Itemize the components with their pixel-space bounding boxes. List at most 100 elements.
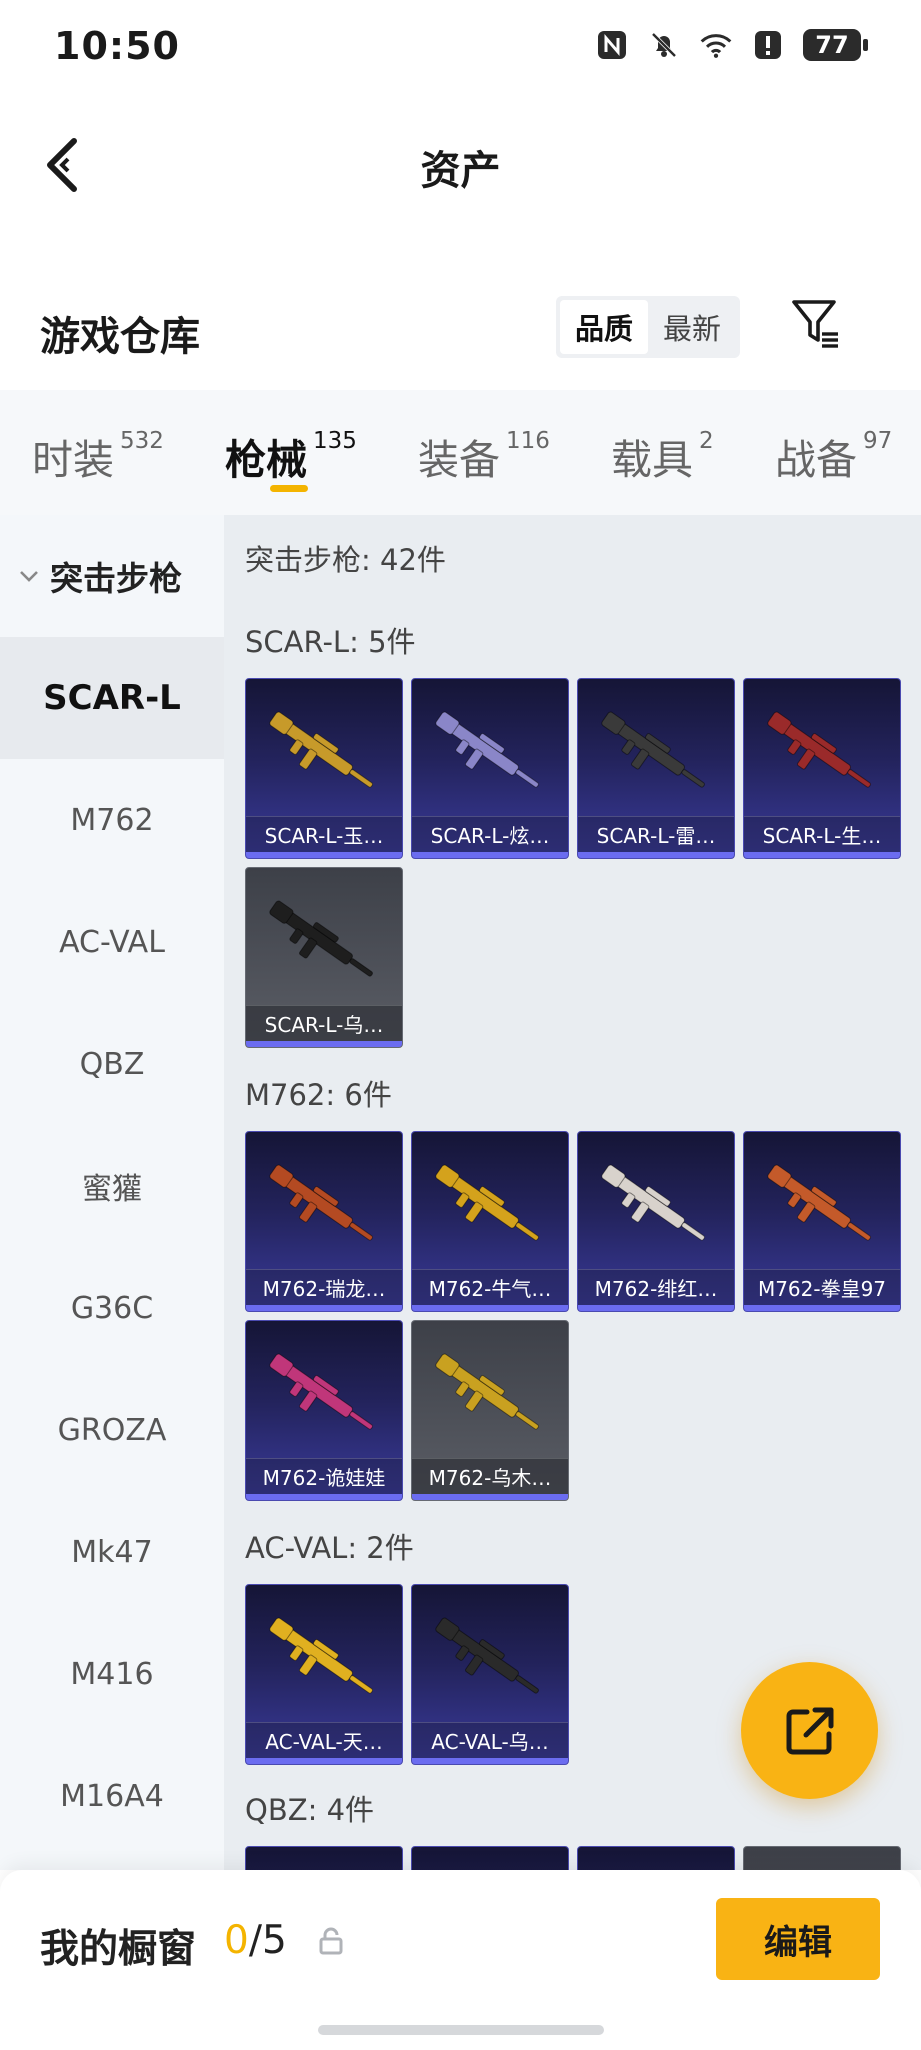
tab-active-indicator: [270, 485, 308, 492]
section-title-m762: M762: 6件: [245, 1078, 392, 1112]
sort-newest-option[interactable]: 最新: [648, 300, 736, 354]
battery-icon: 77: [803, 29, 868, 61]
weapon-card[interactable]: SCAR-L-雷…: [577, 678, 735, 859]
weapon-card-label: SCAR-L-生…: [744, 816, 900, 852]
weapon-card-label: M762-瑞龙…: [246, 1269, 402, 1305]
weapon-card-label: SCAR-L-炫…: [412, 816, 568, 852]
weapon-card[interactable]: [245, 1846, 403, 1870]
tab-count: 97: [863, 428, 893, 454]
weapon-card[interactable]: M762-牛气…: [411, 1131, 569, 1312]
sort-quality-option[interactable]: 品质: [560, 300, 648, 354]
sidebar-item-honey-badger[interactable]: 蜜獾: [0, 1125, 224, 1247]
tab-label: 枪械: [225, 436, 307, 484]
sidebar-group-label: 突击步枪: [50, 559, 182, 598]
sidebar-item-g36c[interactable]: G36C: [0, 1247, 224, 1369]
weapon-card[interactable]: [577, 1846, 735, 1870]
nav-header: 资产: [0, 100, 921, 230]
section-title-qbz: QBZ: 4件: [245, 1793, 375, 1827]
category-tabs: 时装 532 枪械 135 装备 116 载具 2 战备 97: [0, 390, 921, 515]
showcase-count: 0/5: [224, 1918, 287, 1963]
share-icon: [786, 1707, 833, 1754]
weapon-card-label: M762-牛气…: [412, 1269, 568, 1305]
sort-toggle: 品质 最新: [556, 296, 740, 358]
warehouse-row: 游戏仓库 品质 最新: [0, 290, 921, 380]
weapon-image: [601, 711, 705, 788]
tab-fashion[interactable]: 时装 532: [32, 426, 164, 486]
weapon-card[interactable]: M762-拳皇97: [743, 1131, 901, 1312]
weapon-image: [269, 900, 373, 977]
weapon-card-label: M762-诡娃娃: [246, 1458, 402, 1494]
sidebar-item-m416[interactable]: M416: [0, 1613, 224, 1735]
weapon-card[interactable]: SCAR-L-炫…: [411, 678, 569, 859]
tab-equipment[interactable]: 装备 116: [418, 426, 550, 486]
tab-label: 时装: [32, 436, 114, 484]
home-indicator: [318, 2025, 604, 2035]
weapon-image: [269, 1353, 373, 1430]
sidebar-item-ac-val[interactable]: AC-VAL: [0, 881, 224, 1003]
weapon-image: [269, 1164, 373, 1241]
weapon-image: [767, 1164, 871, 1241]
alert-icon: [751, 28, 785, 62]
weapon-card[interactable]: [743, 1846, 901, 1870]
tab-firearms[interactable]: 枪械 135: [225, 426, 357, 486]
sidebar-item-groza[interactable]: GROZA: [0, 1369, 224, 1491]
lock-icon: [319, 1927, 343, 1955]
bell-mute-icon: [647, 28, 681, 62]
sidebar-item-mk47[interactable]: Mk47: [0, 1491, 224, 1613]
tab-battle-gear[interactable]: 战备 97: [775, 426, 892, 486]
status-icons: 77: [595, 28, 868, 62]
filter-button[interactable]: [786, 294, 846, 354]
weapon-image: [435, 1617, 539, 1694]
chevron-down-icon: [20, 571, 38, 582]
section-title-ac-val: AC-VAL: 2件: [245, 1531, 414, 1565]
weapon-card-label: M762-绯红…: [578, 1269, 734, 1305]
tab-label: 装备: [418, 436, 500, 484]
wifi-icon: [699, 28, 733, 62]
weapon-card[interactable]: AC-VAL-天…: [245, 1584, 403, 1765]
weapon-image: [435, 711, 539, 788]
showcase-total: /5: [248, 1918, 287, 1963]
page-title: 资产: [420, 148, 501, 194]
sidebar-item-m762[interactable]: M762: [0, 759, 224, 881]
tab-label: 载具: [611, 436, 693, 484]
weapon-card-label: SCAR-L-玉…: [246, 816, 402, 852]
sidebar-item-m16a4[interactable]: M16A4: [0, 1735, 224, 1857]
weapon-sidebar: 突击步枪 SCAR-L M762 AC-VAL QBZ 蜜獾 G36C GROZ…: [0, 515, 224, 1870]
edit-button[interactable]: 编辑: [716, 1898, 880, 1980]
weapon-card[interactable]: M762-瑞龙…: [245, 1131, 403, 1312]
weapon-image: [767, 711, 871, 788]
sidebar-group-assault-rifle[interactable]: 突击步枪: [0, 515, 224, 637]
tab-count: 135: [313, 428, 357, 454]
weapon-card-label: SCAR-L-乌…: [246, 1005, 402, 1041]
tab-vehicles[interactable]: 载具 2: [611, 426, 714, 486]
weapon-card[interactable]: M762-绯红…: [577, 1131, 735, 1312]
weapon-card[interactable]: AC-VAL-乌…: [411, 1584, 569, 1765]
warehouse-title: 游戏仓库: [40, 314, 200, 360]
section-title-scar-l: SCAR-L: 5件: [245, 625, 416, 659]
filter-icon: [792, 300, 838, 348]
sidebar-item-qbz[interactable]: QBZ: [0, 1003, 224, 1125]
weapon-card[interactable]: SCAR-L-乌…: [245, 867, 403, 1048]
showcase-bar: 我的橱窗 0/5 编辑: [0, 1870, 921, 2050]
weapon-card-label: AC-VAL-乌…: [412, 1722, 568, 1758]
tab-count: 532: [120, 428, 164, 454]
category-title: 突击步枪: 42件: [245, 543, 446, 577]
weapon-image: [269, 1617, 373, 1694]
status-bar: 10:50 77: [0, 0, 921, 96]
status-time: 10:50: [54, 24, 180, 68]
weapon-card[interactable]: M762-乌木…: [411, 1320, 569, 1501]
weapon-image: [269, 711, 373, 788]
weapon-card-label: SCAR-L-雷…: [578, 816, 734, 852]
weapon-card[interactable]: [411, 1846, 569, 1870]
weapon-card-label: M762-拳皇97: [744, 1269, 900, 1305]
weapon-image: [435, 1353, 539, 1430]
weapon-card[interactable]: SCAR-L-玉…: [245, 678, 403, 859]
tab-label: 战备: [775, 436, 857, 484]
showcase-label: 我的橱窗: [40, 1927, 197, 1972]
share-button[interactable]: [741, 1662, 878, 1799]
weapon-card[interactable]: M762-诡娃娃: [245, 1320, 403, 1501]
weapon-card[interactable]: SCAR-L-生…: [743, 678, 901, 859]
showcase-current: 0: [224, 1918, 249, 1963]
weapon-card-label: AC-VAL-天…: [246, 1722, 402, 1758]
sidebar-item-scar-l[interactable]: SCAR-L: [0, 637, 224, 759]
